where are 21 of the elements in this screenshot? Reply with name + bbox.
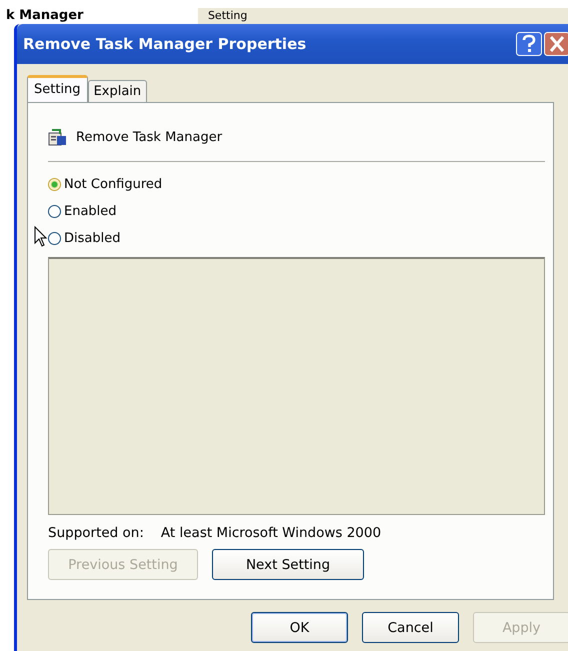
window-title: Remove Task Manager Properties [23, 35, 306, 53]
tab[interactable]: Setting [27, 75, 88, 102]
radio-button[interactable] [48, 232, 61, 245]
supported-on-label: Supported on: [48, 525, 144, 541]
close-icon[interactable] [544, 32, 568, 56]
button[interactable]: Next Setting [212, 549, 364, 580]
radio-label[interactable]: Disabled [64, 231, 120, 246]
background-window-title: k Manager [6, 8, 84, 24]
radio-label[interactable]: Not Configured [64, 177, 162, 192]
tab[interactable]: Explain [88, 80, 148, 102]
mouse-pointer-icon [34, 226, 48, 248]
help-icon[interactable] [516, 32, 542, 56]
supported-on-value: At least Microsoft Windows 2000 [160, 525, 382, 541]
radio-button[interactable] [48, 205, 61, 218]
radio-label[interactable]: Enabled [64, 204, 117, 219]
radio-button[interactable] [48, 178, 61, 191]
button[interactable]: OK [251, 612, 348, 643]
policy-icon [48, 128, 68, 146]
button[interactable]: Cancel [362, 612, 459, 643]
policy-name: Remove Task Manager [76, 130, 222, 144]
column-header: Setting [198, 8, 568, 24]
